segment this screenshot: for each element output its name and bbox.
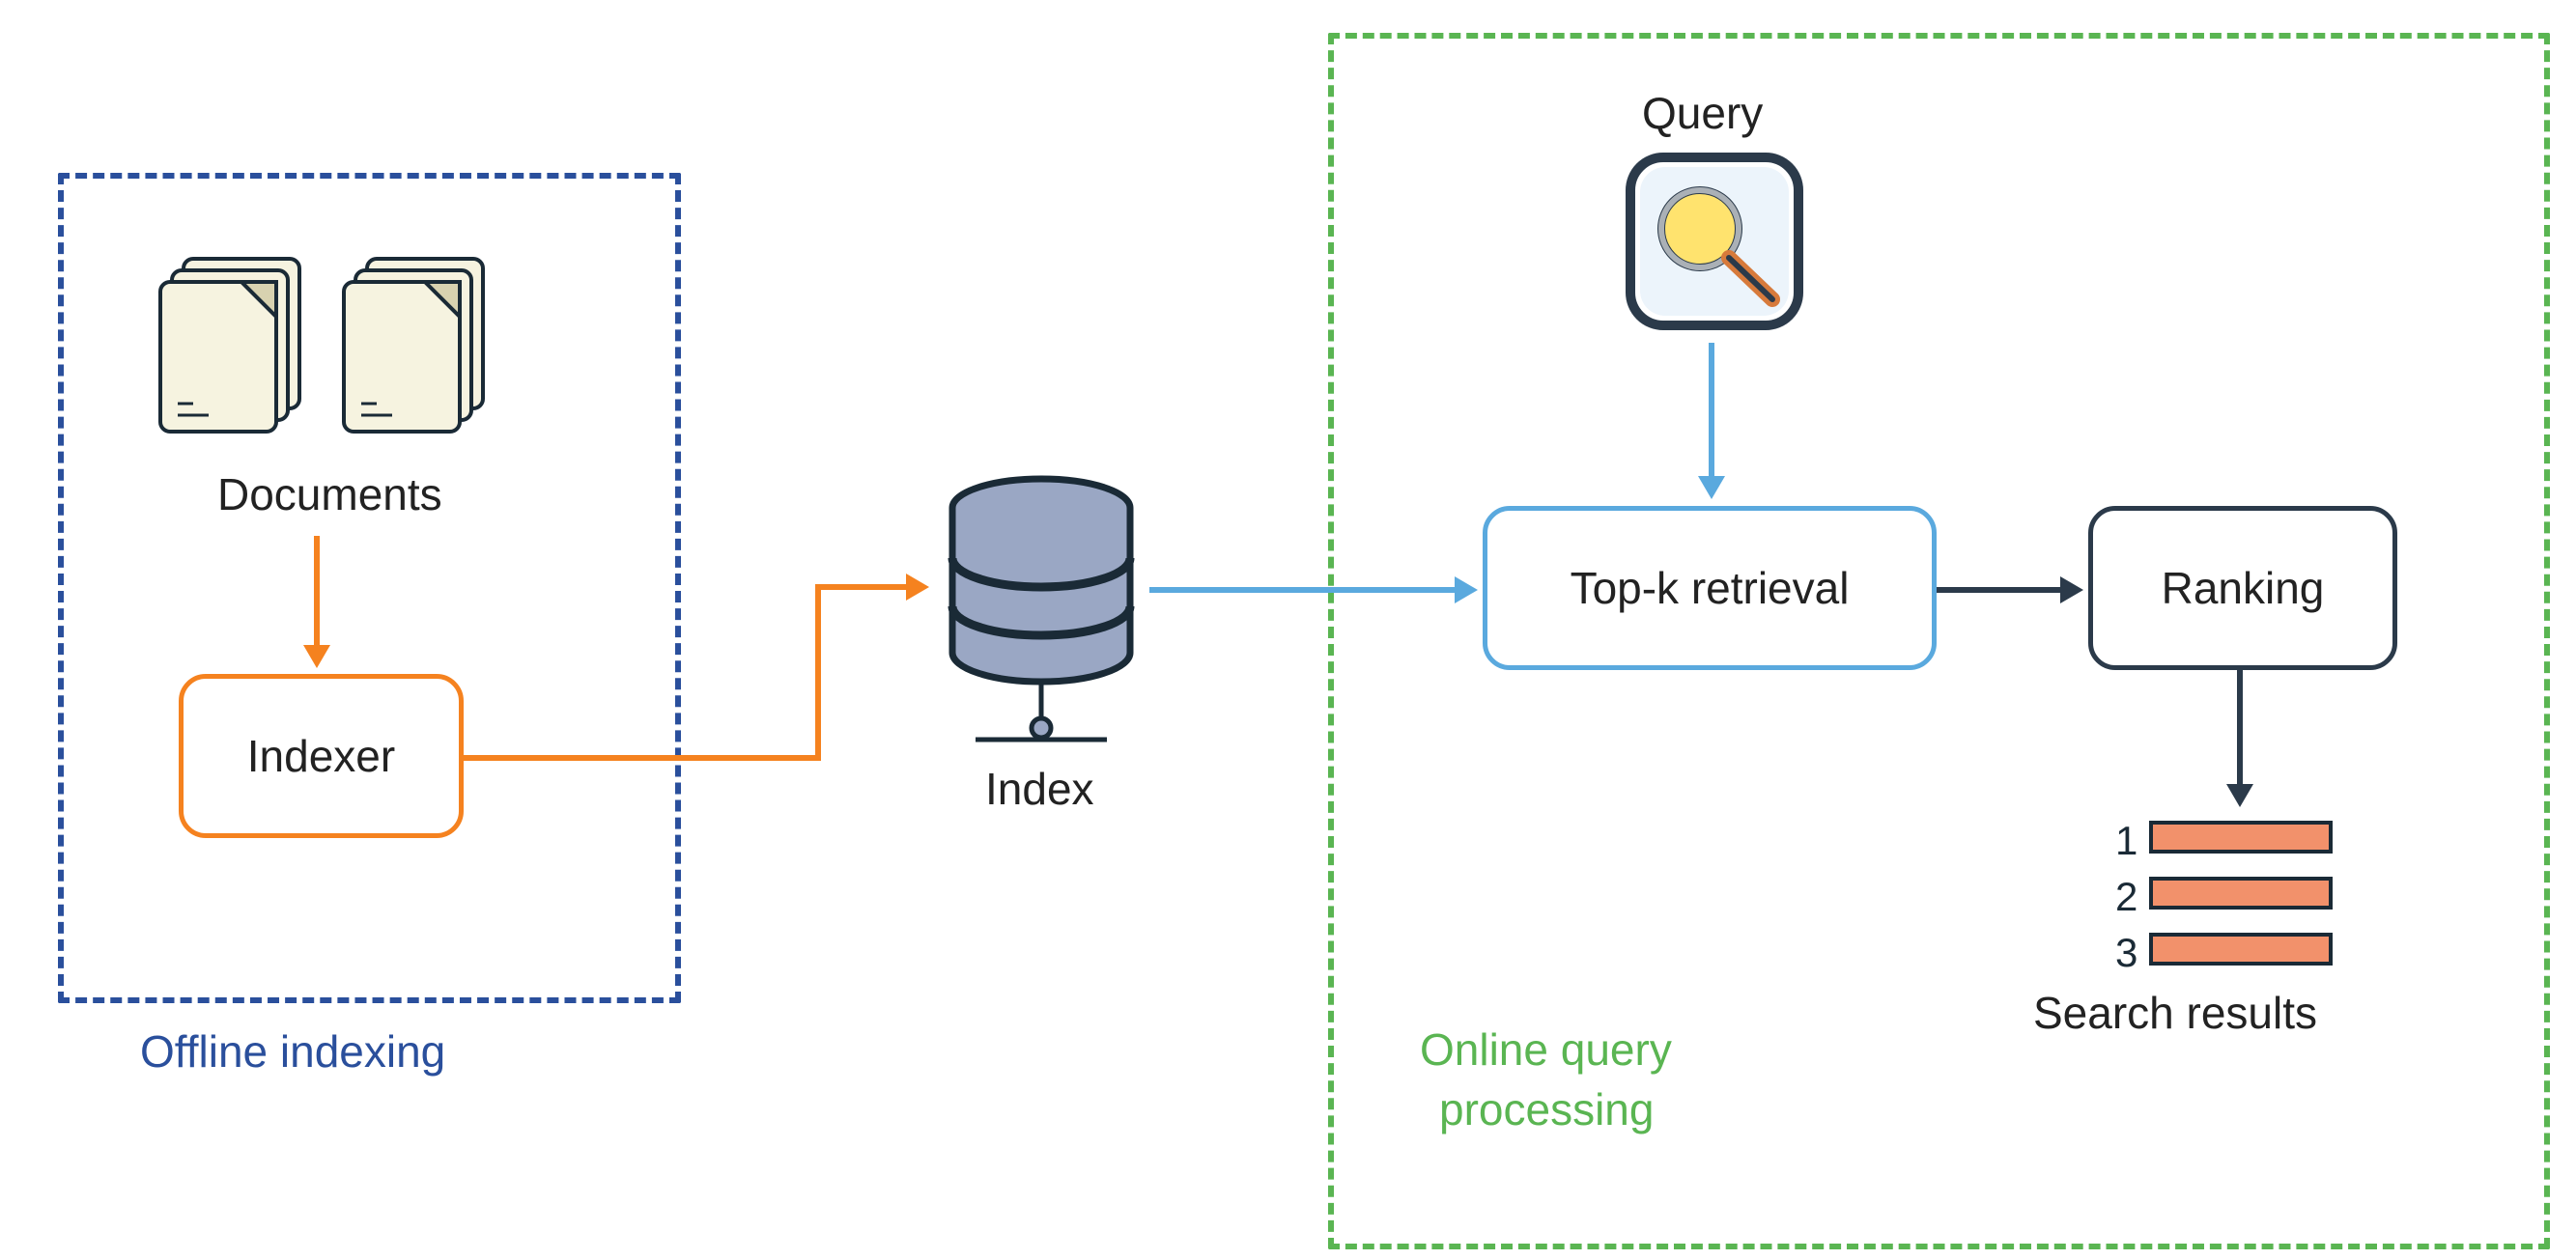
arrow-query-to-topk (1709, 343, 1714, 478)
arrow-documents-to-indexer (314, 536, 320, 647)
topk-retrieval-node: Top-k retrieval (1483, 506, 1937, 670)
diagram-stage: Documents Indexer Index Query (0, 0, 2576, 1260)
arrowhead-query-to-topk (1698, 476, 1725, 499)
query-label: Query (1642, 87, 1763, 139)
result-bar-2 (2149, 877, 2333, 910)
indexer-label: Indexer (247, 730, 395, 782)
arrow-index-to-topk (1149, 587, 1457, 593)
indexer-node: Indexer (179, 674, 464, 838)
arrow-indexer-to-index-seg3 (815, 584, 908, 590)
arrowhead-ranking-to-results (2226, 784, 2253, 807)
online-processing-caption-line1: Online query (1420, 1023, 1672, 1076)
result-rank-3: 3 (2115, 930, 2137, 976)
result-rank-1: 1 (2115, 818, 2137, 864)
index-label: Index (985, 763, 1094, 815)
result-bar-3 (2149, 933, 2333, 966)
arrow-indexer-to-index-seg1 (464, 755, 821, 761)
documents-label: Documents (217, 468, 442, 520)
arrowhead-index-to-topk (1455, 576, 1478, 603)
arrow-indexer-to-index-seg2 (815, 584, 821, 761)
offline-indexing-caption: Offline indexing (140, 1025, 445, 1078)
arrowhead-documents-to-indexer (303, 645, 330, 668)
arrowhead-indexer-to-index (906, 574, 929, 601)
arrow-topk-to-ranking (1937, 587, 2062, 593)
documents-icon (145, 249, 502, 462)
database-icon (937, 471, 1146, 780)
magnifier-icon (1623, 150, 1806, 333)
result-bar-1 (2149, 821, 2333, 854)
search-results-label: Search results (2033, 987, 2317, 1039)
ranking-label: Ranking (2162, 562, 2325, 614)
result-rank-2: 2 (2115, 874, 2137, 920)
arrowhead-topk-to-ranking (2060, 576, 2083, 603)
ranking-node: Ranking (2088, 506, 2397, 670)
arrow-ranking-to-results (2237, 670, 2243, 786)
online-processing-caption-line2: processing (1439, 1083, 1654, 1135)
topk-label: Top-k retrieval (1571, 562, 1850, 614)
